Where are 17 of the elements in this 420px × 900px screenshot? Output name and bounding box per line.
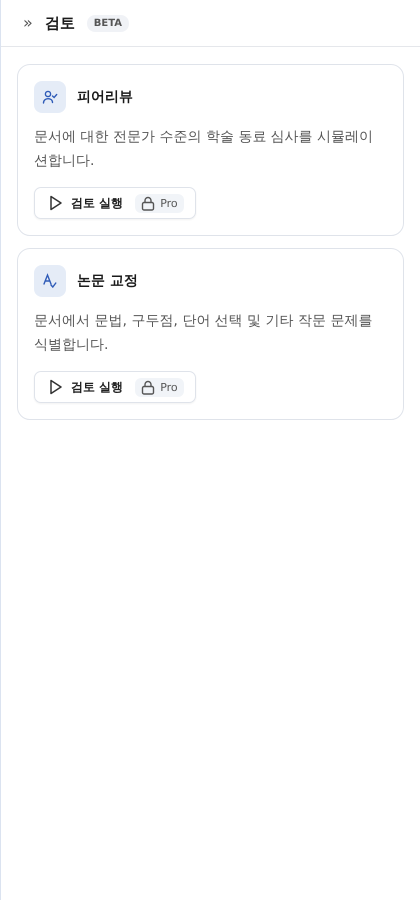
run-review-button[interactable]: 검토 실행 Pro (34, 371, 196, 403)
tool-title: 논문 교정 (77, 272, 138, 290)
lock-icon (141, 380, 156, 394)
letter-check-icon (42, 273, 58, 289)
pro-badge: Pro (135, 378, 184, 396)
run-review-button[interactable]: 검토 실행 Pro (34, 187, 196, 219)
beta-badge: BETA (86, 14, 130, 32)
tool-description: 문서에 대한 전문가 수준의 학술 동료 심사를 시뮬레이션합니다. (34, 128, 374, 171)
play-icon (49, 379, 63, 395)
person-check-icon (42, 89, 58, 105)
expand-button[interactable]: » (23, 15, 33, 31)
pro-badge: Pro (135, 194, 184, 212)
play-icon (49, 195, 63, 211)
lock-icon (141, 196, 156, 210)
panel-title: 검토 (44, 14, 75, 32)
tool-title: 피어리뷰 (77, 88, 133, 106)
tool-description: 문서에서 문법, 구두점, 단어 선택 및 기타 작문 문제를 식별합니다. (34, 312, 374, 355)
